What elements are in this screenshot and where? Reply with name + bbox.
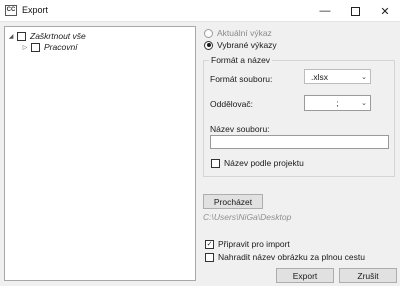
minimize-button[interactable]: — xyxy=(310,0,340,22)
chevron-down-icon: ⌄ xyxy=(361,100,367,107)
separator-select[interactable]: ; ⌄ xyxy=(304,95,371,111)
export-path: C:\Users\NiGa\Desktop xyxy=(203,212,292,222)
replace-image-name-checkbox[interactable] xyxy=(205,252,214,262)
tree-item-pracovni[interactable]: ▷ Pracovní xyxy=(21,41,78,53)
title-bar: CC Export — ✕ xyxy=(0,0,400,22)
tree-root-checkbox[interactable] xyxy=(17,31,26,41)
close-button[interactable]: ✕ xyxy=(370,0,400,22)
name-by-project-label: Název podle projektu xyxy=(224,158,304,168)
browse-button[interactable]: Procházet xyxy=(203,194,263,209)
radio-current-report-label: Aktuální výkaz xyxy=(217,28,272,38)
report-tree[interactable]: ◢ Zaškrtnout vše ▷ Pracovní xyxy=(4,26,196,281)
replace-image-name-check[interactable]: Nahradit název obrázku za plnou cestu xyxy=(205,252,365,262)
window-title: Export xyxy=(22,5,49,15)
tree-item-label: Pracovní xyxy=(44,42,78,52)
file-format-select[interactable]: .xlsx ⌄ xyxy=(304,69,371,84)
radio-selected-reports[interactable]: Vybrané výkazy xyxy=(204,40,277,50)
separator-label: Oddělovač: xyxy=(210,99,253,109)
cc-app-icon: CC xyxy=(5,5,17,16)
file-format-label: Formát souboru: xyxy=(210,74,273,84)
group-legend: Formát a název xyxy=(209,55,273,65)
close-icon: ✕ xyxy=(380,5,390,18)
separator-value: ; xyxy=(336,98,339,108)
radio-circle-selected[interactable] xyxy=(204,40,213,50)
prepare-import-label: Připravit pro import xyxy=(218,239,290,249)
maximize-icon xyxy=(350,6,360,16)
browse-button-label: Procházet xyxy=(213,196,253,207)
prepare-import-checkbox[interactable]: ✓ xyxy=(205,239,214,249)
filename-label: Název souboru: xyxy=(210,124,270,134)
tree-item-checkbox[interactable] xyxy=(31,42,40,52)
radio-selected-reports-label: Vybrané výkazy xyxy=(217,40,277,50)
radio-current-report[interactable]: Aktuální výkaz xyxy=(204,28,272,38)
minimize-icon: — xyxy=(319,5,331,17)
maximize-button[interactable] xyxy=(340,0,370,22)
cancel-button-label: Zrušit xyxy=(357,270,379,281)
expanded-arrow-icon[interactable]: ◢ xyxy=(7,33,15,40)
name-by-project-checkbox[interactable] xyxy=(211,158,220,168)
file-format-value: .xlsx xyxy=(311,71,328,82)
cancel-button[interactable]: Zrušit xyxy=(339,268,397,283)
filename-input[interactable] xyxy=(210,135,389,149)
chevron-down-icon: ⌄ xyxy=(361,73,367,81)
tree-root-label: Zaškrtnout vše xyxy=(30,31,86,41)
replace-image-name-label: Nahradit název obrázku za plnou cestu xyxy=(218,252,365,262)
export-button[interactable]: Export xyxy=(276,268,334,283)
radio-circle[interactable] xyxy=(204,28,213,38)
collapsed-arrow-icon[interactable]: ▷ xyxy=(21,44,29,51)
name-by-project-check[interactable]: Název podle projektu xyxy=(211,158,304,168)
checkmark-icon: ✓ xyxy=(206,240,213,248)
prepare-import-check[interactable]: ✓ Připravit pro import xyxy=(205,239,290,249)
export-button-label: Export xyxy=(292,270,318,281)
